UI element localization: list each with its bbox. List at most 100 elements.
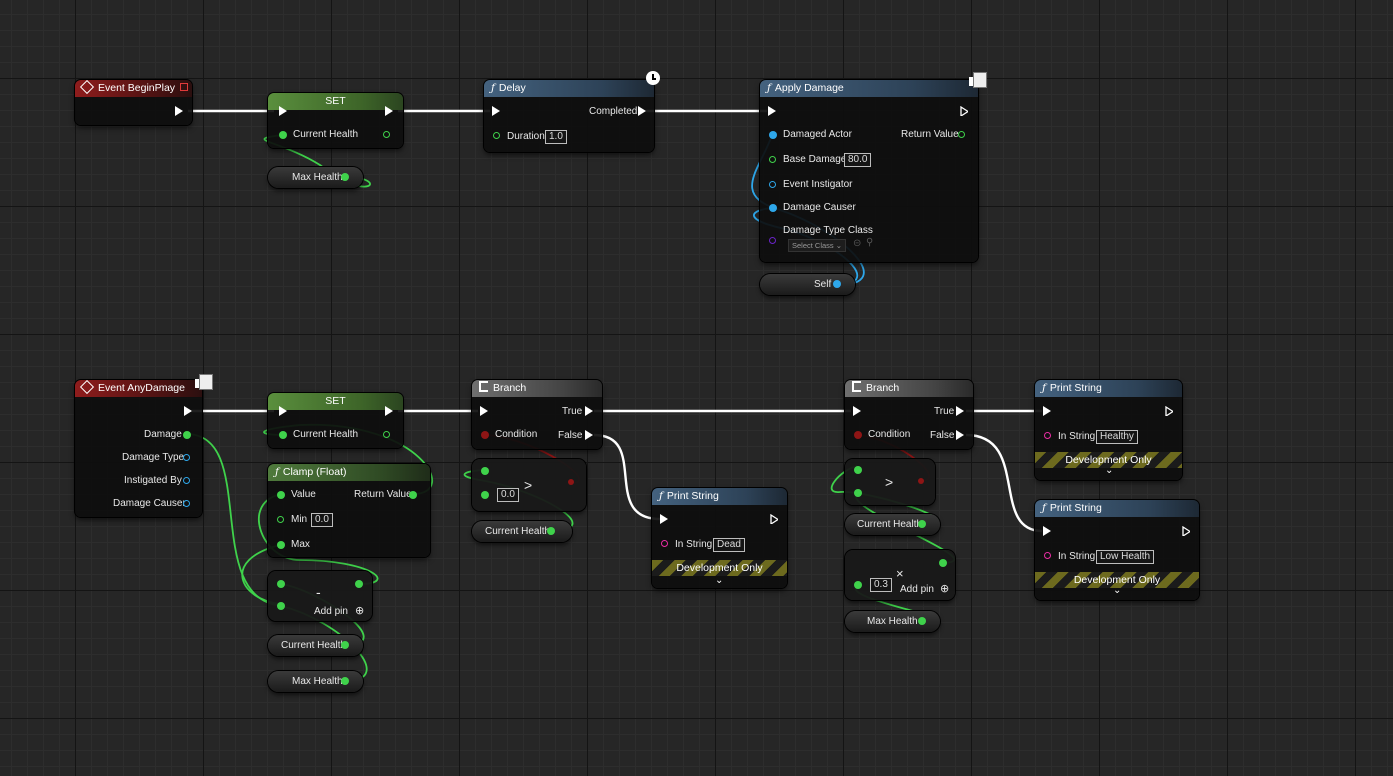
exec-out-pin[interactable] [956,430,964,440]
self-reference[interactable]: Self [760,274,855,295]
object-out-pin[interactable] [183,477,190,484]
add-pin-button[interactable]: Add pin [314,606,348,617]
branch-node[interactable]: Branch True Condition False [845,380,973,449]
max-health-getter[interactable]: Max Health [268,671,363,692]
exec-in-pin[interactable] [853,406,861,416]
object-in-pin[interactable] [769,131,777,139]
float-in-pin[interactable] [493,132,500,139]
max-health-getter[interactable]: Max Health [845,611,940,632]
current-health-getter[interactable]: Current Health [268,635,363,656]
search-icon[interactable]: ⚲ [866,237,873,248]
float-in-pin[interactable] [277,541,285,549]
string-in-pin[interactable] [1044,552,1051,559]
subtract-node[interactable]: - Add pin ⊕ [268,571,372,621]
exec-out-pin[interactable] [1165,406,1173,416]
object-out-pin[interactable] [183,500,190,507]
select-class-dropdown[interactable]: Select Class ⌄ [788,239,847,252]
event-beginplay-node[interactable]: Event BeginPlay [75,80,192,125]
exec-out-pin[interactable] [956,406,964,416]
print-string-dead-node[interactable]: ƒ Print String In String Dead Development… [652,488,787,588]
exec-in-pin[interactable] [480,406,488,416]
float-out-pin[interactable] [341,641,349,649]
greater-than-node[interactable]: 0.0 > [472,459,586,511]
float-in-pin[interactable] [481,467,489,475]
add-pin-icon[interactable]: ⊕ [355,604,364,617]
class-in-pin[interactable] [769,237,776,244]
float-in-pin[interactable] [854,581,862,589]
exec-out-pin[interactable] [770,514,778,524]
delay-node[interactable]: ƒ Delay Completed Duration 1.0 [484,71,660,152]
print-string-low-health-node[interactable]: ƒ Print String In String Low Health Devel… [1035,500,1199,600]
float-out-pin[interactable] [958,131,965,138]
exec-in-pin[interactable] [279,106,287,116]
exec-out-pin[interactable] [960,106,968,116]
float-in-pin[interactable] [854,466,862,474]
in-string-input[interactable]: Dead [713,538,745,552]
object-in-pin[interactable] [769,204,777,212]
min-input[interactable]: 0.0 [311,513,333,527]
exec-in-pin[interactable] [1043,526,1051,536]
exec-out-pin[interactable] [385,406,393,416]
exec-out-pin[interactable] [585,406,593,416]
float-out-pin[interactable] [341,677,349,685]
current-health-getter[interactable]: Current Health [845,514,940,535]
duration-input[interactable]: 1.0 [545,130,567,144]
set-current-health-node[interactable]: SET Current Health [268,93,403,148]
add-pin-button[interactable]: Add pin [900,584,934,595]
float-in-pin[interactable] [277,580,285,588]
object-out-pin[interactable] [183,454,190,461]
bool-in-pin[interactable] [481,431,489,439]
compare-value-input[interactable]: 0.0 [497,488,519,502]
float-in-pin[interactable] [279,131,287,139]
float-out-pin[interactable] [383,131,390,138]
float-in-pin[interactable] [854,489,862,497]
set-current-health-node[interactable]: SET Current Health [268,393,403,448]
float-in-pin[interactable] [277,516,284,523]
float-out-pin[interactable] [939,559,947,567]
float-out-pin[interactable] [383,431,390,438]
exec-out-pin[interactable] [385,106,393,116]
exec-out-pin[interactable] [1182,526,1190,536]
bool-in-pin[interactable] [854,431,862,439]
exec-in-pin[interactable] [492,106,500,116]
in-string-input[interactable]: Healthy [1096,430,1138,444]
bool-out-pin[interactable] [568,479,574,485]
exec-out-pin[interactable] [175,106,183,116]
float-out-pin[interactable] [183,431,191,439]
exec-out-pin[interactable] [638,106,646,116]
object-in-pin[interactable] [769,181,776,188]
float-in-pin[interactable] [279,431,287,439]
float-out-pin[interactable] [547,527,555,535]
exec-in-pin[interactable] [1043,406,1051,416]
float-in-pin[interactable] [481,491,489,499]
print-string-healthy-node[interactable]: ƒ Print String In String Healthy Developm… [1035,380,1182,480]
string-in-pin[interactable] [661,540,668,547]
float-out-pin[interactable] [918,617,926,625]
expand-chevron-icon[interactable]: ⌄ [1113,585,1121,596]
float-in-pin[interactable] [769,156,776,163]
expand-chevron-icon[interactable]: ⌄ [715,575,723,586]
in-string-input[interactable]: Low Health [1096,550,1155,564]
multiply-node[interactable]: 0.3 × Add pin ⊕ [845,550,955,600]
bool-out-pin[interactable] [918,478,924,484]
object-out-pin[interactable] [833,280,841,288]
max-health-getter[interactable]: Max Health [268,167,363,188]
browse-icon[interactable]: ⊝ [853,238,861,249]
exec-in-pin[interactable] [279,406,287,416]
exec-out-pin[interactable] [184,406,192,416]
base-damage-input[interactable]: 80.0 [844,153,872,167]
add-pin-icon[interactable]: ⊕ [940,582,949,595]
branch-node[interactable]: Branch True Condition False [472,380,602,449]
exec-in-pin[interactable] [660,514,668,524]
apply-damage-node[interactable]: ƒ Apply Damage Damaged Actor Return Value… [760,72,987,262]
clamp-float-node[interactable]: ƒ Clamp (Float) Value Return Value Min 0.… [268,464,430,557]
float-out-pin[interactable] [341,173,349,181]
string-in-pin[interactable] [1044,432,1051,439]
exec-in-pin[interactable] [768,106,776,116]
multiply-value-input[interactable]: 0.3 [870,578,892,592]
float-in-pin[interactable] [277,602,285,610]
float-out-pin[interactable] [918,520,926,528]
event-anydamage-node[interactable]: Event AnyDamage Damage Damage Type Insti… [75,374,213,517]
exec-out-pin[interactable] [585,430,593,440]
delegate-pin-icon[interactable] [180,83,188,91]
